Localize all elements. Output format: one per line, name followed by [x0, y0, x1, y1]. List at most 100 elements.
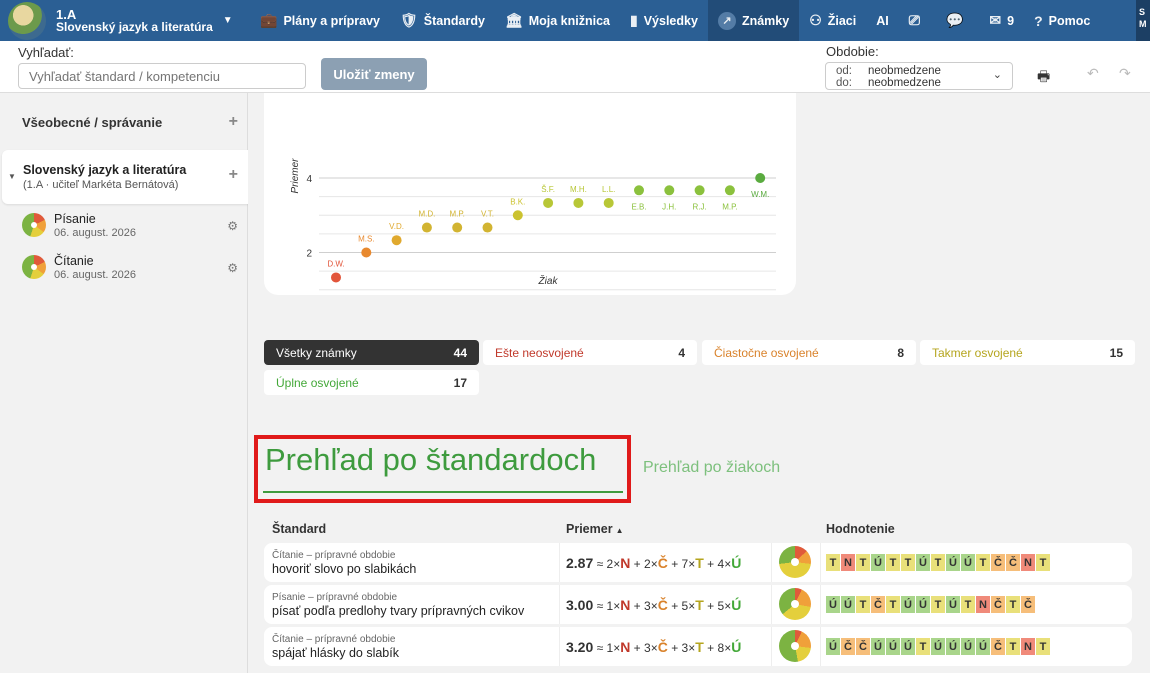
- student-point[interactable]: [421, 222, 432, 233]
- student-point[interactable]: [391, 235, 402, 246]
- nav-help[interactable]: ? Pomoc: [1024, 0, 1100, 41]
- gear-icon[interactable]: ⚙: [227, 219, 238, 233]
- grade-chip[interactable]: Ú: [946, 554, 960, 571]
- filter-not-mastered[interactable]: Ešte neosvojené 4: [483, 340, 697, 365]
- student-point[interactable]: [361, 247, 372, 258]
- grade-chip[interactable]: Ú: [841, 596, 855, 613]
- undo-icon[interactable]: ↶: [1087, 65, 1099, 82]
- redo-icon[interactable]: ↷: [1119, 65, 1131, 82]
- grade-chip[interactable]: N: [1021, 554, 1035, 571]
- grade-chip[interactable]: Ú: [916, 596, 930, 613]
- grade-chip[interactable]: Ú: [871, 554, 885, 571]
- grade-chip[interactable]: T: [901, 554, 915, 571]
- grade-chip[interactable]: N: [976, 596, 990, 613]
- filter-fully-mastered[interactable]: Úplne osvojené 17: [264, 370, 479, 395]
- grade-chip[interactable]: Ú: [946, 596, 960, 613]
- filter-all[interactable]: Všetky známky 44: [264, 340, 479, 365]
- grade-chip[interactable]: Ú: [826, 596, 840, 613]
- nav-ai[interactable]: AI: [866, 0, 899, 41]
- student-point[interactable]: [694, 185, 705, 196]
- student-point[interactable]: [482, 222, 493, 233]
- grade-chip[interactable]: N: [841, 554, 855, 571]
- nav-cast[interactable]: ⎚: [899, 0, 936, 41]
- table-row[interactable]: Písanie – prípravné obdobie písať podľa p…: [264, 585, 1132, 624]
- grade-chip[interactable]: Ú: [961, 638, 975, 655]
- student-point[interactable]: [543, 197, 554, 208]
- chevron-down-icon[interactable]: ▼: [223, 15, 233, 26]
- nav-chat[interactable]: 💬: [936, 0, 979, 41]
- grade-chip[interactable]: Č: [856, 638, 870, 655]
- grade-chip[interactable]: T: [886, 596, 900, 613]
- grade-chip[interactable]: T: [856, 596, 870, 613]
- grade-chip[interactable]: T: [931, 596, 945, 613]
- sidebar-item-writing[interactable]: Písanie 06. august. 2026 ⚙: [22, 212, 248, 248]
- grade-chip[interactable]: Č: [991, 554, 1005, 571]
- grade-chip[interactable]: T: [931, 554, 945, 571]
- nav-standards[interactable]: 🛡 Štandardy: [390, 0, 495, 41]
- student-point[interactable]: [331, 272, 341, 283]
- grade-chip[interactable]: Ú: [826, 638, 840, 655]
- student-point[interactable]: [664, 185, 675, 196]
- table-row[interactable]: Čítanie – prípravné obdobie spájať hlásky…: [264, 627, 1132, 666]
- grade-chip[interactable]: Ú: [886, 638, 900, 655]
- nav-students[interactable]: ⚇ Žiaci: [799, 0, 866, 41]
- grade-chip[interactable]: Č: [991, 596, 1005, 613]
- nav-mail[interactable]: ✉ 9: [979, 0, 1024, 41]
- grade-chip[interactable]: Ú: [931, 638, 945, 655]
- column-header-standard[interactable]: Štandard: [272, 522, 326, 536]
- grade-chip[interactable]: T: [1036, 554, 1050, 571]
- grade-chip[interactable]: T: [916, 638, 930, 655]
- gear-icon[interactable]: ⚙: [227, 261, 238, 275]
- grade-chip[interactable]: T: [1006, 638, 1020, 655]
- grade-chip[interactable]: T: [886, 554, 900, 571]
- tab-by-students[interactable]: Prehľad po žiakoch: [643, 459, 780, 477]
- sidebar-item-general[interactable]: Všeobecné / správanie +: [0, 93, 248, 149]
- student-point[interactable]: [724, 185, 735, 196]
- sidebar-item-reading[interactable]: Čítanie 06. august. 2026 ⚙: [22, 254, 248, 290]
- grade-chip[interactable]: T: [976, 554, 990, 571]
- class-selector[interactable]: 1.A Slovenský jazyk a literatúra ▼: [0, 0, 250, 41]
- nav-grades[interactable]: ↗ Známky: [707, 0, 800, 41]
- grade-chip[interactable]: Ú: [946, 638, 960, 655]
- grade-chip[interactable]: Ú: [901, 596, 915, 613]
- column-header-evaluation[interactable]: Hodnotenie: [826, 522, 895, 536]
- grade-chip[interactable]: Č: [1021, 596, 1035, 613]
- print-icon[interactable]: 🖶: [1037, 66, 1050, 90]
- grade-chip[interactable]: Ú: [916, 554, 930, 571]
- nav-library[interactable]: 🏛 Moja knižnica: [495, 0, 620, 41]
- sidebar-item-subject[interactable]: ▼ Slovenský jazyk a literatúra (1.A · uč…: [2, 150, 248, 204]
- grade-chip[interactable]: T: [856, 554, 870, 571]
- grade-chip[interactable]: Č: [871, 596, 885, 613]
- grade-chip[interactable]: T: [961, 596, 975, 613]
- nav-results[interactable]: ▮ Výsledky: [620, 0, 708, 41]
- student-point[interactable]: [603, 197, 614, 208]
- student-point[interactable]: [452, 222, 463, 233]
- nav-plans[interactable]: 💼 Plány a prípravy: [250, 0, 390, 41]
- grade-chip[interactable]: T: [826, 554, 840, 571]
- period-select[interactable]: od: neobmedzene do: neobmedzene ⌄: [825, 62, 1013, 90]
- table-row[interactable]: Čítanie – prípravné obdobie hovoriť slovo…: [264, 543, 1132, 582]
- filter-partly-mastered[interactable]: Čiastočne osvojené 8: [702, 340, 916, 365]
- student-point[interactable]: [573, 197, 584, 208]
- plus-icon[interactable]: +: [229, 166, 238, 184]
- grade-chip[interactable]: Č: [841, 638, 855, 655]
- student-point[interactable]: [755, 173, 766, 183]
- user-menu[interactable]: S M: [1136, 0, 1150, 41]
- grade-chip[interactable]: T: [1036, 638, 1050, 655]
- student-point[interactable]: [512, 210, 523, 221]
- plus-icon[interactable]: +: [229, 113, 238, 131]
- grade-chip[interactable]: Ú: [871, 638, 885, 655]
- filter-almost-mastered[interactable]: Takmer osvojené 15: [920, 340, 1135, 365]
- grade-chip[interactable]: Ú: [961, 554, 975, 571]
- column-header-average[interactable]: Priemer ▲: [566, 522, 623, 536]
- search-input[interactable]: [18, 63, 306, 89]
- grade-chip[interactable]: T: [1006, 596, 1020, 613]
- grade-chip[interactable]: N: [1021, 638, 1035, 655]
- save-button[interactable]: Uložiť zmeny: [321, 58, 427, 90]
- caret-down-icon[interactable]: ▼: [8, 172, 16, 181]
- grade-chip[interactable]: Č: [1006, 554, 1020, 571]
- grade-chip[interactable]: Č: [991, 638, 1005, 655]
- grade-chip[interactable]: Ú: [976, 638, 990, 655]
- tab-by-standards[interactable]: Prehľad po štandardoch: [265, 442, 596, 478]
- grade-chip[interactable]: Ú: [901, 638, 915, 655]
